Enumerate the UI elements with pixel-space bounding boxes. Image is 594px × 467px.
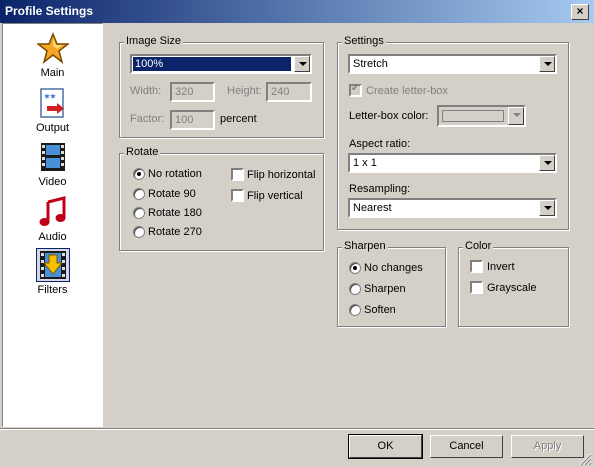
scaling-mode-value: Stretch bbox=[353, 58, 388, 70]
music-note-icon bbox=[39, 196, 65, 226]
aspect-ratio-value: 1 x 1 bbox=[353, 157, 377, 169]
chevron-down-icon[interactable] bbox=[539, 56, 555, 72]
chevron-down-icon[interactable] bbox=[294, 56, 310, 72]
rotate-90-label: Rotate 90 bbox=[148, 188, 196, 200]
grayscale-label: Grayscale bbox=[487, 282, 537, 294]
apply-button[interactable]: Apply bbox=[511, 435, 584, 458]
window-title: Profile Settings bbox=[5, 4, 94, 18]
settings-legend: Settings bbox=[342, 35, 386, 47]
create-letterbox-label: Create letter-box bbox=[366, 85, 448, 97]
flip-horizontal-label: Flip horizontal bbox=[247, 169, 316, 181]
rotate-90-radio[interactable] bbox=[133, 188, 145, 200]
sharpen-legend: Sharpen bbox=[342, 240, 388, 252]
sharpen-radio[interactable] bbox=[349, 283, 361, 295]
width-label: Width: bbox=[130, 85, 162, 97]
close-button[interactable]: × bbox=[571, 4, 589, 20]
sidebar-item-output[interactable]: ** Output bbox=[3, 87, 102, 134]
film-icon bbox=[40, 143, 65, 171]
no-changes-label: No changes bbox=[364, 262, 423, 274]
invert-label: Invert bbox=[487, 261, 515, 273]
sidebar-item-label: Filters bbox=[37, 284, 68, 296]
invert-checkbox[interactable] bbox=[470, 260, 483, 273]
no-rotation-label: No rotation bbox=[148, 168, 202, 180]
flip-horizontal-checkbox[interactable] bbox=[231, 168, 244, 181]
resampling-label: Resampling: bbox=[349, 183, 411, 195]
no-changes-radio[interactable] bbox=[349, 262, 361, 274]
resampling-value: Nearest bbox=[353, 202, 392, 214]
flip-vertical-checkbox[interactable] bbox=[231, 189, 244, 202]
sidebar-item-audio[interactable]: Audio bbox=[3, 196, 102, 243]
star-icon bbox=[36, 32, 69, 64]
scaling-mode-select[interactable]: Stretch bbox=[348, 54, 557, 74]
sidebar-item-main[interactable]: Main bbox=[3, 32, 102, 79]
ok-button-label: OK bbox=[377, 440, 394, 452]
height-field[interactable] bbox=[266, 82, 312, 102]
filters-icon bbox=[35, 248, 70, 282]
image-size-legend: Image Size bbox=[124, 35, 184, 47]
sidebar-item-label: Main bbox=[40, 67, 65, 79]
letterbox-color-label: Letter-box color: bbox=[349, 110, 429, 122]
close-icon: × bbox=[576, 4, 584, 18]
svg-text:**: ** bbox=[44, 93, 56, 104]
rotate-270-label: Rotate 270 bbox=[148, 226, 202, 238]
no-rotation-radio[interactable] bbox=[133, 168, 145, 180]
height-label: Height: bbox=[227, 85, 262, 97]
title-bar: Profile Settings × bbox=[0, 0, 594, 23]
sharpen-label: Sharpen bbox=[364, 283, 406, 295]
width-field[interactable] bbox=[170, 82, 215, 102]
factor-field[interactable] bbox=[170, 110, 215, 130]
sidebar: Main ** Output Video Audio Filters bbox=[2, 23, 103, 427]
cancel-button-label: Cancel bbox=[449, 440, 484, 452]
soften-label: Soften bbox=[364, 304, 396, 316]
chevron-down-icon[interactable] bbox=[508, 107, 524, 125]
apply-button-label: Apply bbox=[533, 440, 562, 452]
chevron-down-icon[interactable] bbox=[539, 155, 555, 171]
image-size-select[interactable]: 100% bbox=[130, 54, 312, 74]
color-swatch bbox=[442, 110, 504, 122]
cancel-button[interactable]: Cancel bbox=[430, 435, 503, 458]
sidebar-item-filters[interactable]: Filters bbox=[3, 248, 102, 296]
resampling-select[interactable]: Nearest bbox=[348, 198, 557, 218]
chevron-down-icon[interactable] bbox=[539, 200, 555, 216]
aspect-ratio-label: Aspect ratio: bbox=[349, 138, 411, 150]
output-icon: ** bbox=[39, 88, 64, 118]
sidebar-item-label: Output bbox=[35, 122, 70, 134]
factor-unit: percent bbox=[220, 113, 257, 125]
letterbox-color-picker[interactable] bbox=[437, 105, 526, 127]
sidebar-item-label: Audio bbox=[38, 231, 67, 243]
color-legend: Color bbox=[463, 240, 494, 252]
footer-separator bbox=[0, 428, 594, 430]
ok-button[interactable]: OK bbox=[348, 434, 423, 459]
flip-vertical-label: Flip vertical bbox=[247, 190, 303, 202]
factor-label: Factor: bbox=[130, 113, 165, 125]
image-size-value: 100% bbox=[133, 57, 291, 71]
rotate-270-radio[interactable] bbox=[133, 226, 145, 238]
create-letterbox-checkbox[interactable] bbox=[349, 83, 362, 97]
aspect-ratio-select[interactable]: 1 x 1 bbox=[348, 153, 557, 173]
rotate-180-radio[interactable] bbox=[133, 207, 145, 219]
rotate-legend: Rotate bbox=[124, 146, 161, 158]
sidebar-item-label: Video bbox=[38, 176, 67, 188]
soften-radio[interactable] bbox=[349, 304, 361, 316]
rotate-180-label: Rotate 180 bbox=[148, 207, 202, 219]
grayscale-checkbox[interactable] bbox=[470, 281, 483, 294]
sidebar-item-video[interactable]: Video bbox=[3, 141, 102, 188]
resize-grip-icon[interactable] bbox=[578, 452, 592, 466]
